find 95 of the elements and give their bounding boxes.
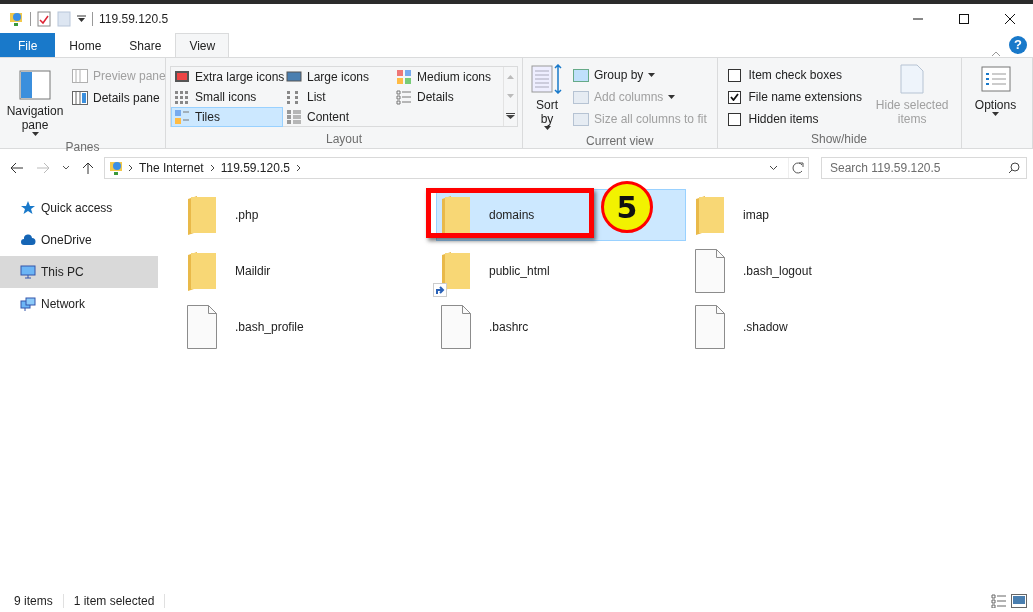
columns-icon [573, 67, 589, 83]
computer-globe-icon [8, 10, 24, 27]
computer-globe-icon [108, 159, 124, 176]
options-icon [980, 64, 1011, 94]
more-icon[interactable] [506, 112, 515, 119]
checkbox[interactable] [727, 112, 741, 126]
checkbox-label: Item check boxes [748, 67, 842, 84]
view-icon [174, 89, 190, 105]
close-icon [1005, 13, 1015, 24]
view-icon [396, 89, 412, 105]
document-icon [695, 249, 725, 293]
file-tile[interactable]: public_html [436, 245, 686, 297]
folder-icon [187, 249, 217, 293]
document-icon [695, 305, 725, 349]
pane-icon [72, 91, 88, 105]
monitor-icon [20, 264, 36, 280]
layout-option[interactable]: List [283, 87, 393, 107]
columns-icon [573, 89, 589, 105]
options-button[interactable]: Options [965, 62, 1026, 130]
checkbox-label: Hidden items [748, 111, 819, 128]
chevron-icon [209, 163, 215, 172]
checkbox-label: File name extensions [748, 89, 862, 106]
pane-icon [72, 69, 88, 83]
ribbon-tab[interactable]: Share [115, 33, 176, 57]
sidebar-item[interactable]: OneDrive [0, 224, 158, 256]
page-icon [900, 64, 925, 94]
checkbox[interactable] [727, 68, 741, 82]
sidebar-item[interactable]: Quick access [0, 192, 158, 224]
columns-icon [573, 111, 589, 127]
folder-icon [695, 193, 725, 237]
group-label: Layout [325, 131, 363, 148]
view-icon [286, 69, 302, 85]
view-icon [174, 69, 190, 85]
chevron-icon [295, 163, 301, 172]
back-icon [10, 161, 24, 174]
view-command-button[interactable]: Group by [571, 64, 709, 86]
document-icon [441, 305, 471, 349]
collapse-ribbon-icon[interactable] [991, 51, 1001, 57]
file-tile[interactable]: .shadow [690, 301, 940, 353]
properties-icon[interactable] [37, 10, 51, 27]
recent-locations-icon [62, 165, 70, 170]
star-icon [20, 200, 36, 216]
sidebar-item[interactable]: Network [0, 288, 158, 320]
help-button[interactable]: ? [1009, 36, 1027, 54]
file-tile[interactable]: .bash_profile [182, 301, 432, 353]
chevron-icon [128, 163, 133, 172]
address-bar[interactable]: The Internet 119.59.120.5 [104, 156, 809, 179]
ribbon-tab[interactable]: Home [55, 33, 116, 57]
selection-count: 1 item selected [73, 593, 155, 610]
check-icon [729, 93, 739, 101]
layout-option[interactable]: Details [393, 87, 503, 107]
details-view-icon[interactable] [991, 594, 1007, 608]
file-tile[interactable]: Maildir [182, 245, 432, 297]
window-title: 119.59.120.5 [99, 10, 169, 28]
ribbon-tab[interactable]: View [175, 33, 230, 57]
breadcrumb[interactable]: 119.59.120.5 [218, 158, 292, 177]
pane-toggle-button[interactable]: Details pane [70, 87, 168, 109]
item-count: 9 items [14, 593, 53, 610]
group-label: Panes [64, 139, 101, 156]
sort-by-button[interactable]: Sort by [527, 62, 567, 132]
layout-option[interactable]: Small icons [171, 87, 283, 107]
network-icon [20, 296, 36, 312]
file-tile[interactable]: .bash_logout [690, 245, 940, 297]
navigation-pane-icon [19, 70, 51, 100]
customize-dropdown-icon[interactable] [77, 14, 86, 23]
group-label: Current view [585, 133, 655, 150]
layout-option[interactable]: Large icons [283, 67, 393, 87]
search-field[interactable]: Search 119.59.120.5 [828, 157, 1008, 178]
sidebar-item[interactable]: This PC [0, 256, 158, 288]
navigation-pane-button[interactable]: Navigation pane [4, 62, 66, 138]
search-box[interactable]: Search 119.59.120.5 [821, 156, 1027, 179]
dropdown-icon[interactable] [769, 164, 778, 171]
view-icon [396, 69, 412, 85]
file-tile[interactable]: .bashrc [436, 301, 686, 353]
breadcrumb[interactable]: The Internet [137, 158, 206, 177]
search-icon [1008, 161, 1020, 174]
group-label: Show/hide [809, 131, 868, 148]
layout-option[interactable]: Tiles [171, 107, 283, 127]
document-icon [187, 305, 217, 349]
large-icons-view-icon[interactable] [1011, 594, 1027, 608]
forward-icon [36, 161, 50, 174]
checkbox[interactable] [727, 90, 741, 104]
layout-option[interactable]: Content [283, 107, 393, 127]
file-tile[interactable]: imap [690, 189, 940, 241]
maximize-icon [959, 13, 969, 24]
folder-icon [187, 193, 217, 237]
layout-option[interactable]: Extra large icons [171, 67, 283, 87]
view-icon [286, 109, 302, 125]
file-menu-tab[interactable]: File [0, 33, 56, 57]
file-tile[interactable]: .php [182, 189, 432, 241]
view-icon [174, 109, 190, 125]
cloud-icon [20, 232, 36, 248]
up-icon [82, 161, 96, 174]
sort-icon [531, 64, 563, 94]
layout-option[interactable]: Medium icons [393, 67, 503, 87]
